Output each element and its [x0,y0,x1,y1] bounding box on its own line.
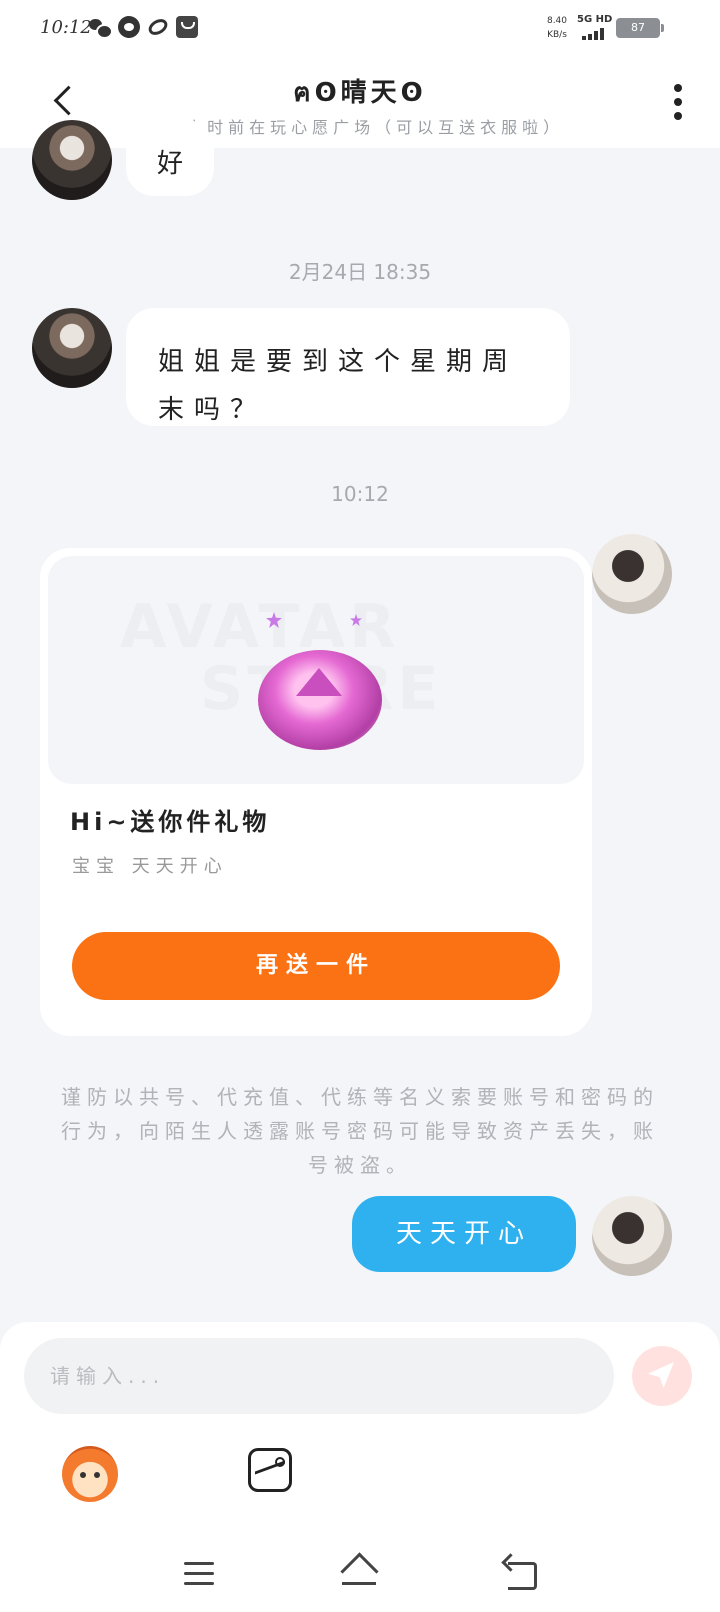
contact-avatar[interactable] [32,308,112,388]
status-time: 10:12 [40,17,92,38]
image-icon[interactable] [248,1448,292,1492]
gift-jewel-icon [258,650,382,750]
gift-title: Hi~送你件礼物 [70,808,271,836]
gift-image: AVATAR STORE [48,556,584,784]
message-timestamp: 10:12 [331,482,389,506]
wechat-icon [88,16,113,39]
my-avatar[interactable] [592,534,672,614]
more-options-button[interactable] [670,82,686,122]
signal-icon [582,28,608,40]
net-speed-unit: KB/s [547,30,567,40]
security-notice: 谨防以共号、代充值、代练等名义索要账号和密码的行为，向陌生人透露账号密码可能导致… [61,1085,659,1177]
chat-header: ฅʘ晴天ʘ 10小时前在玩心愿广场（可以互送衣服啦） [0,56,720,148]
message-bubble: 好 [126,120,214,196]
sticker-icon[interactable] [62,1446,118,1502]
back-icon[interactable] [502,1554,542,1594]
send-another-gift-button[interactable]: 再送一件 [72,932,560,1000]
gift-card[interactable]: AVATAR STORE Hi~送你件礼物 宝宝 天天开心 再送一件 [40,548,592,1036]
contact-status: 10小时前在玩心愿广场（可以互送衣服啦） [155,118,565,137]
send-button[interactable] [632,1346,692,1406]
home-icon[interactable] [340,1554,380,1594]
message-timestamp: 2月24日 18:35 [288,260,432,284]
status-bar: 10:12 8.40 KB/s 5G HD 87 [0,0,720,56]
contact-avatar[interactable] [32,120,112,200]
shopping-bag-icon [176,16,198,38]
system-nav-bar [0,1540,720,1612]
weibo-icon [118,16,140,38]
network-label: 5G HD [577,14,613,25]
battery-icon: 87 [616,18,664,38]
net-speed-value: 8.40 [546,16,568,26]
menu-icon[interactable] [180,1554,220,1594]
net-speed: 8.40 KB/s [546,14,568,42]
gift-description: 宝宝 天天开心 [72,856,228,877]
my-avatar[interactable] [592,1196,672,1276]
message-input[interactable] [24,1338,614,1414]
message-bubble: 姐姐是要到这个星期周末吗？ [126,308,570,426]
link-icon [145,15,171,39]
watermark-line-1: AVATAR [120,592,400,662]
my-message-bubble: 天天开心 [352,1196,576,1272]
contact-name: ฅʘ晴天ʘ [293,78,427,108]
